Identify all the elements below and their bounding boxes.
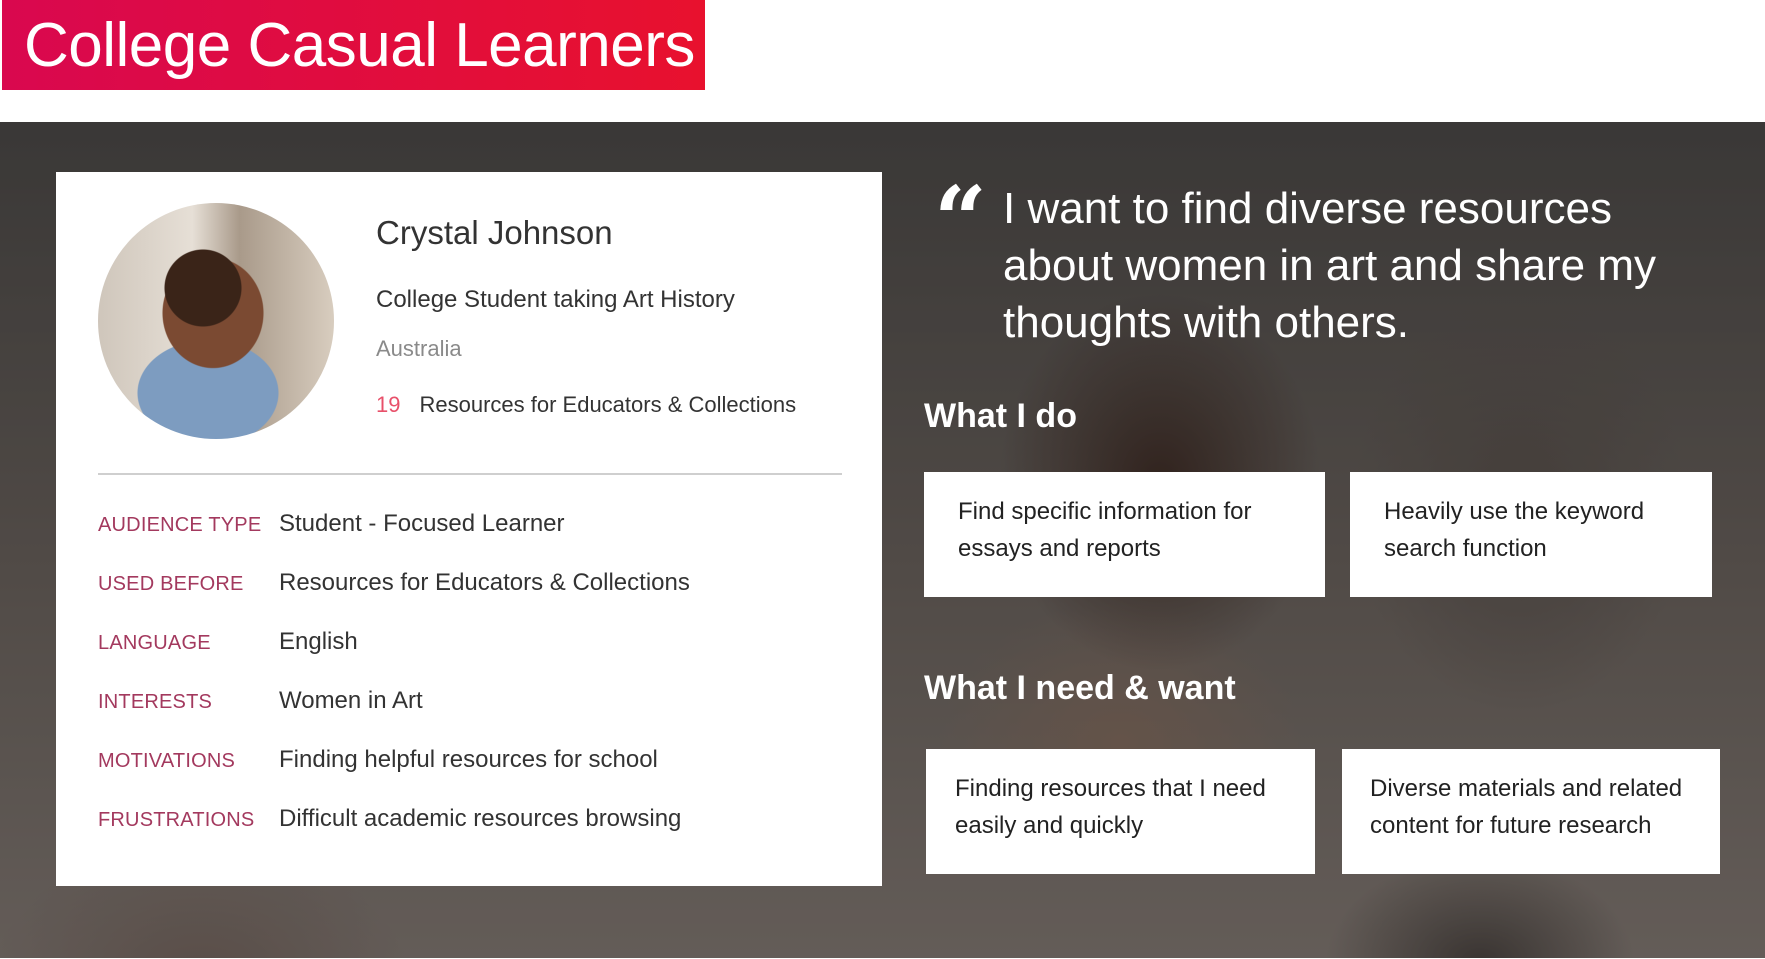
attribute-value: Resources for Educators & Collections	[279, 569, 690, 596]
attribute-value: Women in Art	[279, 687, 423, 714]
attribute-label: Motivations	[98, 750, 236, 772]
attribute-row-frustrations: Frustrations Difficult academic resource…	[98, 805, 681, 833]
quote-mark-icon: “	[934, 166, 987, 274]
attribute-row-language: Language English	[98, 628, 358, 656]
persona-role: College Student taking Art History	[376, 286, 735, 313]
what-i-do-heading: What I do	[924, 397, 1077, 435]
needs-heading: What I need & want	[924, 669, 1236, 707]
what-i-do-item: Heavily use the keyword search function	[1350, 472, 1712, 597]
persona-name: Crystal Johnson	[376, 214, 613, 251]
attribute-label: Audience Type	[98, 514, 262, 536]
profile-card: Crystal Johnson College Student taking A…	[56, 172, 882, 886]
attribute-value: Student - Focused Learner	[279, 510, 565, 537]
resources-count: 19	[376, 392, 401, 417]
need-item: Diverse materials and related content fo…	[1342, 749, 1720, 874]
attribute-label: Interests	[98, 691, 213, 713]
attribute-row-used-before: Used Before Resources for Educators & Co…	[98, 569, 690, 597]
persona-quote: I want to find diverse resources about w…	[1003, 184, 1657, 347]
title-banner: College Casual Learners	[2, 0, 705, 90]
attribute-label: Used Before	[98, 573, 244, 595]
avatar	[98, 203, 334, 439]
attribute-label: Language	[98, 632, 211, 654]
need-item: Finding resources that I need easily and…	[926, 749, 1315, 874]
attribute-row-audience-type: Audience Type Student - Focused Learner	[98, 510, 565, 538]
attribute-row-interests: Interests Women in Art	[98, 687, 423, 715]
divider	[98, 473, 842, 475]
attribute-value: English	[279, 628, 358, 655]
page-title: College Casual Learners	[24, 10, 695, 80]
resources-label: Resources for Educators & Collections	[419, 392, 797, 417]
attribute-row-motivations: Motivations Finding helpful resources fo…	[98, 746, 658, 774]
what-i-do-item: Find specific information for essays and…	[924, 472, 1325, 597]
attribute-value: Difficult academic resources browsing	[279, 805, 682, 832]
attribute-value: Finding helpful resources for school	[279, 746, 658, 773]
resources-summary: 19 Resources for Educators & Collections	[376, 392, 796, 418]
persona-location: Australia	[376, 336, 462, 361]
attribute-label: Frustrations	[98, 809, 255, 831]
